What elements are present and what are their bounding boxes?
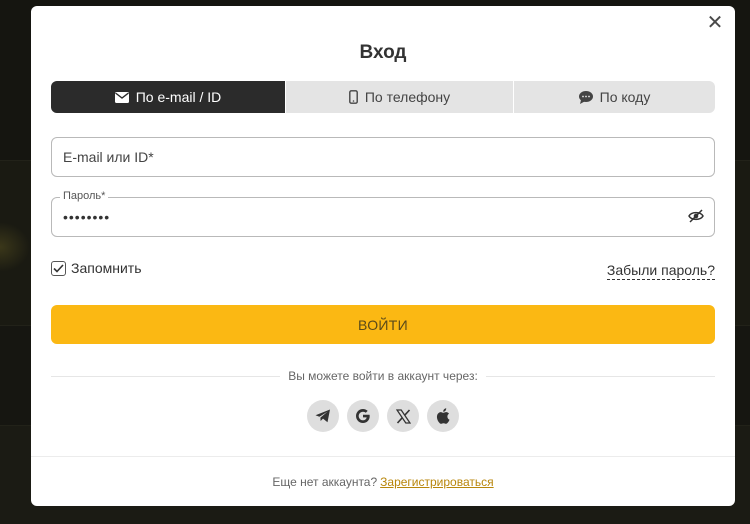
telegram-icon[interactable] [307, 400, 339, 432]
no-account-text: Еще нет аккаунта? [272, 474, 378, 489]
divider-line [51, 375, 281, 377]
social-login-divider: Вы можете войти в аккаунт через: [51, 368, 715, 384]
tab-phone[interactable]: По телефону [285, 81, 513, 113]
register-footer: Еще нет аккаунта? Зарегистрироваться [31, 456, 735, 506]
tab-code-label: По коду [599, 89, 651, 105]
close-icon[interactable]: ✕ [705, 12, 725, 32]
login-method-tabs: По e-mail / ID По телефону По коду [51, 81, 715, 113]
email-field-wrapper [51, 137, 715, 177]
modal-title: Вход [359, 42, 407, 63]
social-login-buttons [31, 400, 735, 432]
remember-me-label: Запомнить [71, 260, 142, 276]
register-link[interactable]: Зарегистрироваться [380, 475, 493, 489]
checkbox-checked-icon[interactable] [51, 260, 66, 276]
forgot-password-link[interactable]: Забыли пароль? [606, 262, 715, 280]
password-label: Пароль* [60, 190, 109, 202]
divider-line [485, 375, 715, 377]
tab-email[interactable]: По e-mail / ID [51, 81, 285, 113]
envelope-icon [114, 91, 129, 103]
email-field[interactable] [52, 138, 652, 176]
social-login-caption: Вы можете войти в аккаунт через: [288, 369, 478, 383]
background-glow [0, 222, 30, 272]
remember-me-checkbox[interactable]: Запомнить [51, 260, 142, 276]
x-icon[interactable] [387, 400, 419, 432]
password-field[interactable] [52, 198, 652, 236]
apple-icon[interactable] [427, 400, 459, 432]
login-button[interactable]: ВОЙТИ [51, 305, 715, 344]
tab-phone-label: По телефону [364, 89, 451, 105]
tab-email-label: По e-mail / ID [135, 89, 222, 105]
google-icon[interactable] [347, 400, 379, 432]
mobile-phone-icon [348, 90, 358, 104]
login-modal: ✕ Вход По e-mail / ID По телефону По код… [31, 6, 735, 506]
tab-code[interactable]: По коду [513, 81, 715, 113]
eye-slash-icon[interactable] [688, 209, 706, 225]
password-field-wrapper: Пароль* [51, 190, 715, 237]
chat-bubble-icon [578, 90, 593, 104]
